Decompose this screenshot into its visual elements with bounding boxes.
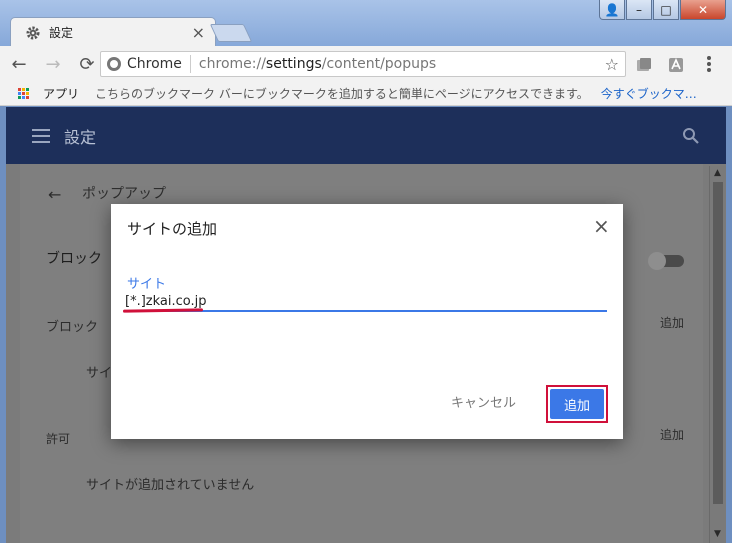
block-toggle-label: ブロック（ [46, 251, 116, 267]
block-toggle[interactable] [648, 252, 684, 270]
dialog-close-icon[interactable]: × [593, 214, 610, 238]
block-empty-text: サイ [86, 366, 113, 381]
scroll-up-icon[interactable]: ▲ [714, 168, 721, 178]
settings-app-bar: 設定 [6, 107, 726, 164]
search-icon[interactable] [682, 127, 700, 145]
window-controls: 👤 – □ ✕ [599, 0, 726, 20]
add-button[interactable]: 追加 [550, 389, 604, 419]
close-window-button[interactable]: ✕ [680, 0, 726, 20]
bookmarks-hint: こちらのブックマーク バーにブックマークを追加すると簡単にページにアクセスできま… [95, 87, 589, 101]
gear-icon [26, 26, 40, 39]
tab-title: 設定 [49, 26, 74, 40]
allow-section-header: 許可 [46, 432, 71, 446]
profile-button[interactable]: 👤 [599, 0, 625, 20]
url-prefix: chrome:// [198, 56, 266, 72]
site-field-label: サイト [127, 277, 167, 292]
address-bar[interactable]: Chrome chrome://settings/content/popups … [100, 51, 626, 77]
reload-button[interactable]: ⟳ [72, 49, 102, 79]
address-separator [189, 55, 191, 73]
bookmarks-bar: アプリ こちらのブックマーク バーにブックマークを追加すると簡単にページにアクセ… [0, 82, 732, 106]
back-button[interactable]: ← [4, 49, 34, 79]
import-bookmarks-link[interactable]: 今すぐブックマ… [601, 85, 697, 102]
cancel-button[interactable]: キャンセル [451, 392, 516, 411]
bookmark-star-icon[interactable]: ☆ [605, 55, 619, 74]
allow-empty-text: サイトが追加されていません [86, 478, 255, 493]
hamburger-line [32, 134, 50, 137]
url-host: settings [265, 56, 322, 72]
add-allow-button[interactable]: 追加 [660, 426, 684, 443]
extension-icon[interactable] [636, 57, 652, 73]
page-title: ポップアップ [82, 186, 166, 202]
maximize-button[interactable]: □ [653, 0, 679, 20]
tab-close-icon[interactable]: × [192, 23, 205, 42]
new-tab-button[interactable] [209, 24, 253, 42]
add-site-dialog: サイトの追加 × サイト キャンセル 追加 [111, 204, 623, 439]
back-arrow-icon[interactable]: ← [48, 185, 61, 204]
toolbar: ← → ⟳ Chrome chrome://settings/content/p… [0, 46, 732, 82]
hamburger-line [32, 140, 50, 143]
pdf-extension-icon[interactable] [668, 57, 684, 73]
minimize-button[interactable]: – [626, 0, 652, 20]
url-text: chrome://settings/content/popups [199, 56, 605, 72]
tab-settings[interactable]: 設定 × [10, 17, 216, 47]
title-bar: 設定 × 👤 – □ ✕ [0, 0, 732, 47]
url-path: /content/popups [321, 56, 437, 72]
menu-dot [707, 62, 711, 66]
block-section-header: ブロック [46, 320, 99, 335]
settings-title: 設定 [64, 127, 97, 147]
hamburger-line [32, 128, 50, 131]
page-scrollbar[interactable]: ▲ ▼ [709, 166, 726, 543]
menu-dot [707, 56, 711, 60]
apps-icon[interactable] [18, 87, 30, 100]
scroll-down-icon[interactable]: ▼ [714, 529, 721, 539]
apps-shortcut[interactable]: アプリ [43, 85, 79, 102]
add-block-button[interactable]: 追加 [660, 314, 684, 331]
menu-icon[interactable] [702, 54, 716, 74]
annotation-underline [122, 308, 204, 313]
security-chip-label: Chrome [127, 56, 182, 72]
scroll-thumb[interactable] [713, 182, 723, 504]
chrome-icon [107, 57, 121, 71]
hamburger-menu-icon[interactable] [32, 128, 50, 143]
menu-dot [707, 68, 711, 72]
forward-button[interactable]: → [38, 49, 68, 79]
dialog-title: サイトの追加 [127, 220, 218, 238]
